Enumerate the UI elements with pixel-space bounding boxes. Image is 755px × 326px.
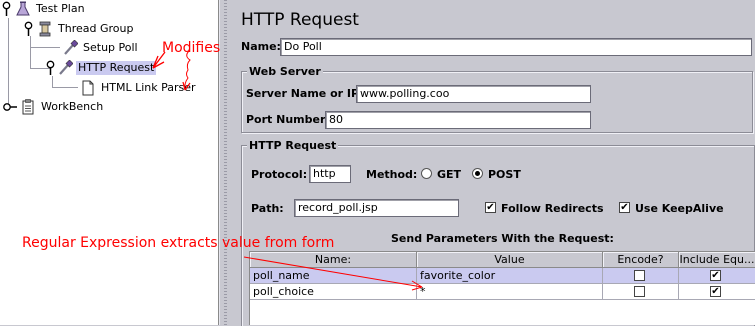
include-cell: ✔ xyxy=(679,284,755,300)
method-get-radio[interactable] xyxy=(421,168,432,179)
encode-cell xyxy=(603,268,679,284)
http-request-panel: HTTP Request Name: Do Poll Web Server Se… xyxy=(231,0,755,326)
params-title: Send Parameters With the Request: xyxy=(391,232,614,245)
http-request-group-title: HTTP Request xyxy=(247,139,339,152)
param-value-cell[interactable]: * xyxy=(417,284,603,300)
col-header-include[interactable]: Include Equ... xyxy=(679,252,755,268)
col-header-name[interactable]: Name: xyxy=(250,252,417,268)
encode-checkbox[interactable] xyxy=(634,270,645,281)
tree-label: HTTP Request xyxy=(76,61,157,75)
col-header-encode[interactable]: Encode? xyxy=(603,252,679,268)
follow-redirects-checkbox[interactable]: ✔ xyxy=(485,202,496,213)
tree-label: HTML Link Parser xyxy=(101,81,196,94)
tree-label: Test Plan xyxy=(36,2,85,15)
method-post-radio[interactable] xyxy=(472,168,483,179)
path-label: Path: xyxy=(251,202,284,215)
name-field[interactable]: Do Poll xyxy=(280,38,752,56)
web-server-title: Web Server xyxy=(247,65,323,78)
path-field[interactable]: record_poll.jsp xyxy=(294,199,459,217)
keepalive-label: Use KeepAlive xyxy=(635,202,724,215)
name-label: Name: xyxy=(241,40,281,53)
split-divider[interactable] xyxy=(219,0,231,325)
encode-cell xyxy=(603,284,679,300)
encode-checkbox[interactable] xyxy=(634,286,645,297)
follow-redirects-label: Follow Redirects xyxy=(501,202,604,215)
document-icon xyxy=(82,80,94,96)
pipette-icon xyxy=(59,60,73,75)
flask-icon xyxy=(16,1,30,16)
table-row[interactable]: poll_name favorite_color ✔ xyxy=(250,268,755,284)
method-label: Method: xyxy=(366,168,418,181)
modifies-annotation: Modifies xyxy=(162,40,221,56)
tree-label: Setup Poll xyxy=(83,41,138,54)
port-field[interactable]: 80 xyxy=(325,111,591,129)
include-equals-checkbox[interactable]: ✔ xyxy=(710,270,721,281)
param-name-cell[interactable]: poll_choice xyxy=(250,284,417,300)
server-label: Server Name or IP: xyxy=(246,87,364,100)
tree-node-setup-poll[interactable]: Setup Poll xyxy=(62,39,140,57)
protocol-field[interactable]: http xyxy=(309,165,351,183)
table-row[interactable]: poll_choice * ✔ xyxy=(250,284,755,300)
spool-icon xyxy=(39,21,51,37)
tree-node-workbench[interactable]: WorkBench xyxy=(2,98,105,116)
expand-handle-icon[interactable] xyxy=(46,60,55,76)
tree-label: Thread Group xyxy=(58,22,134,35)
collapsed-handle-icon[interactable] xyxy=(2,102,18,112)
param-value-cell[interactable]: favorite_color xyxy=(417,268,603,284)
tree-node-test-plan[interactable]: Test Plan xyxy=(2,0,87,18)
pipette-icon xyxy=(64,40,78,55)
regex-annotation: Regular Expression extracts value from f… xyxy=(22,235,335,251)
clipboard-icon xyxy=(22,99,34,115)
method-post-label: POST xyxy=(488,168,521,181)
expand-handle-icon[interactable] xyxy=(2,1,11,17)
tree-label: WorkBench xyxy=(41,100,104,113)
method-get-label: GET xyxy=(437,168,462,181)
tree-node-html-link-parser[interactable]: HTML Link Parser xyxy=(80,79,198,97)
expand-handle-icon[interactable] xyxy=(24,21,33,37)
tree-node-thread-group[interactable]: Thread Group xyxy=(24,20,135,38)
tree-node-http-request[interactable]: HTTP Request xyxy=(46,59,157,77)
include-equals-checkbox[interactable]: ✔ xyxy=(710,286,721,297)
page-title: HTTP Request xyxy=(241,10,359,30)
include-cell: ✔ xyxy=(679,268,755,284)
params-table[interactable]: Name: Value Encode? Include Equ... poll_… xyxy=(249,251,755,325)
col-header-value[interactable]: Value xyxy=(417,252,603,268)
param-name-cell[interactable]: poll_name xyxy=(250,268,417,284)
protocol-label: Protocol: xyxy=(251,168,308,181)
port-label: Port Number: xyxy=(246,113,330,126)
keepalive-checkbox[interactable]: ✔ xyxy=(619,202,630,213)
server-field[interactable]: www.polling.coo xyxy=(356,85,591,103)
